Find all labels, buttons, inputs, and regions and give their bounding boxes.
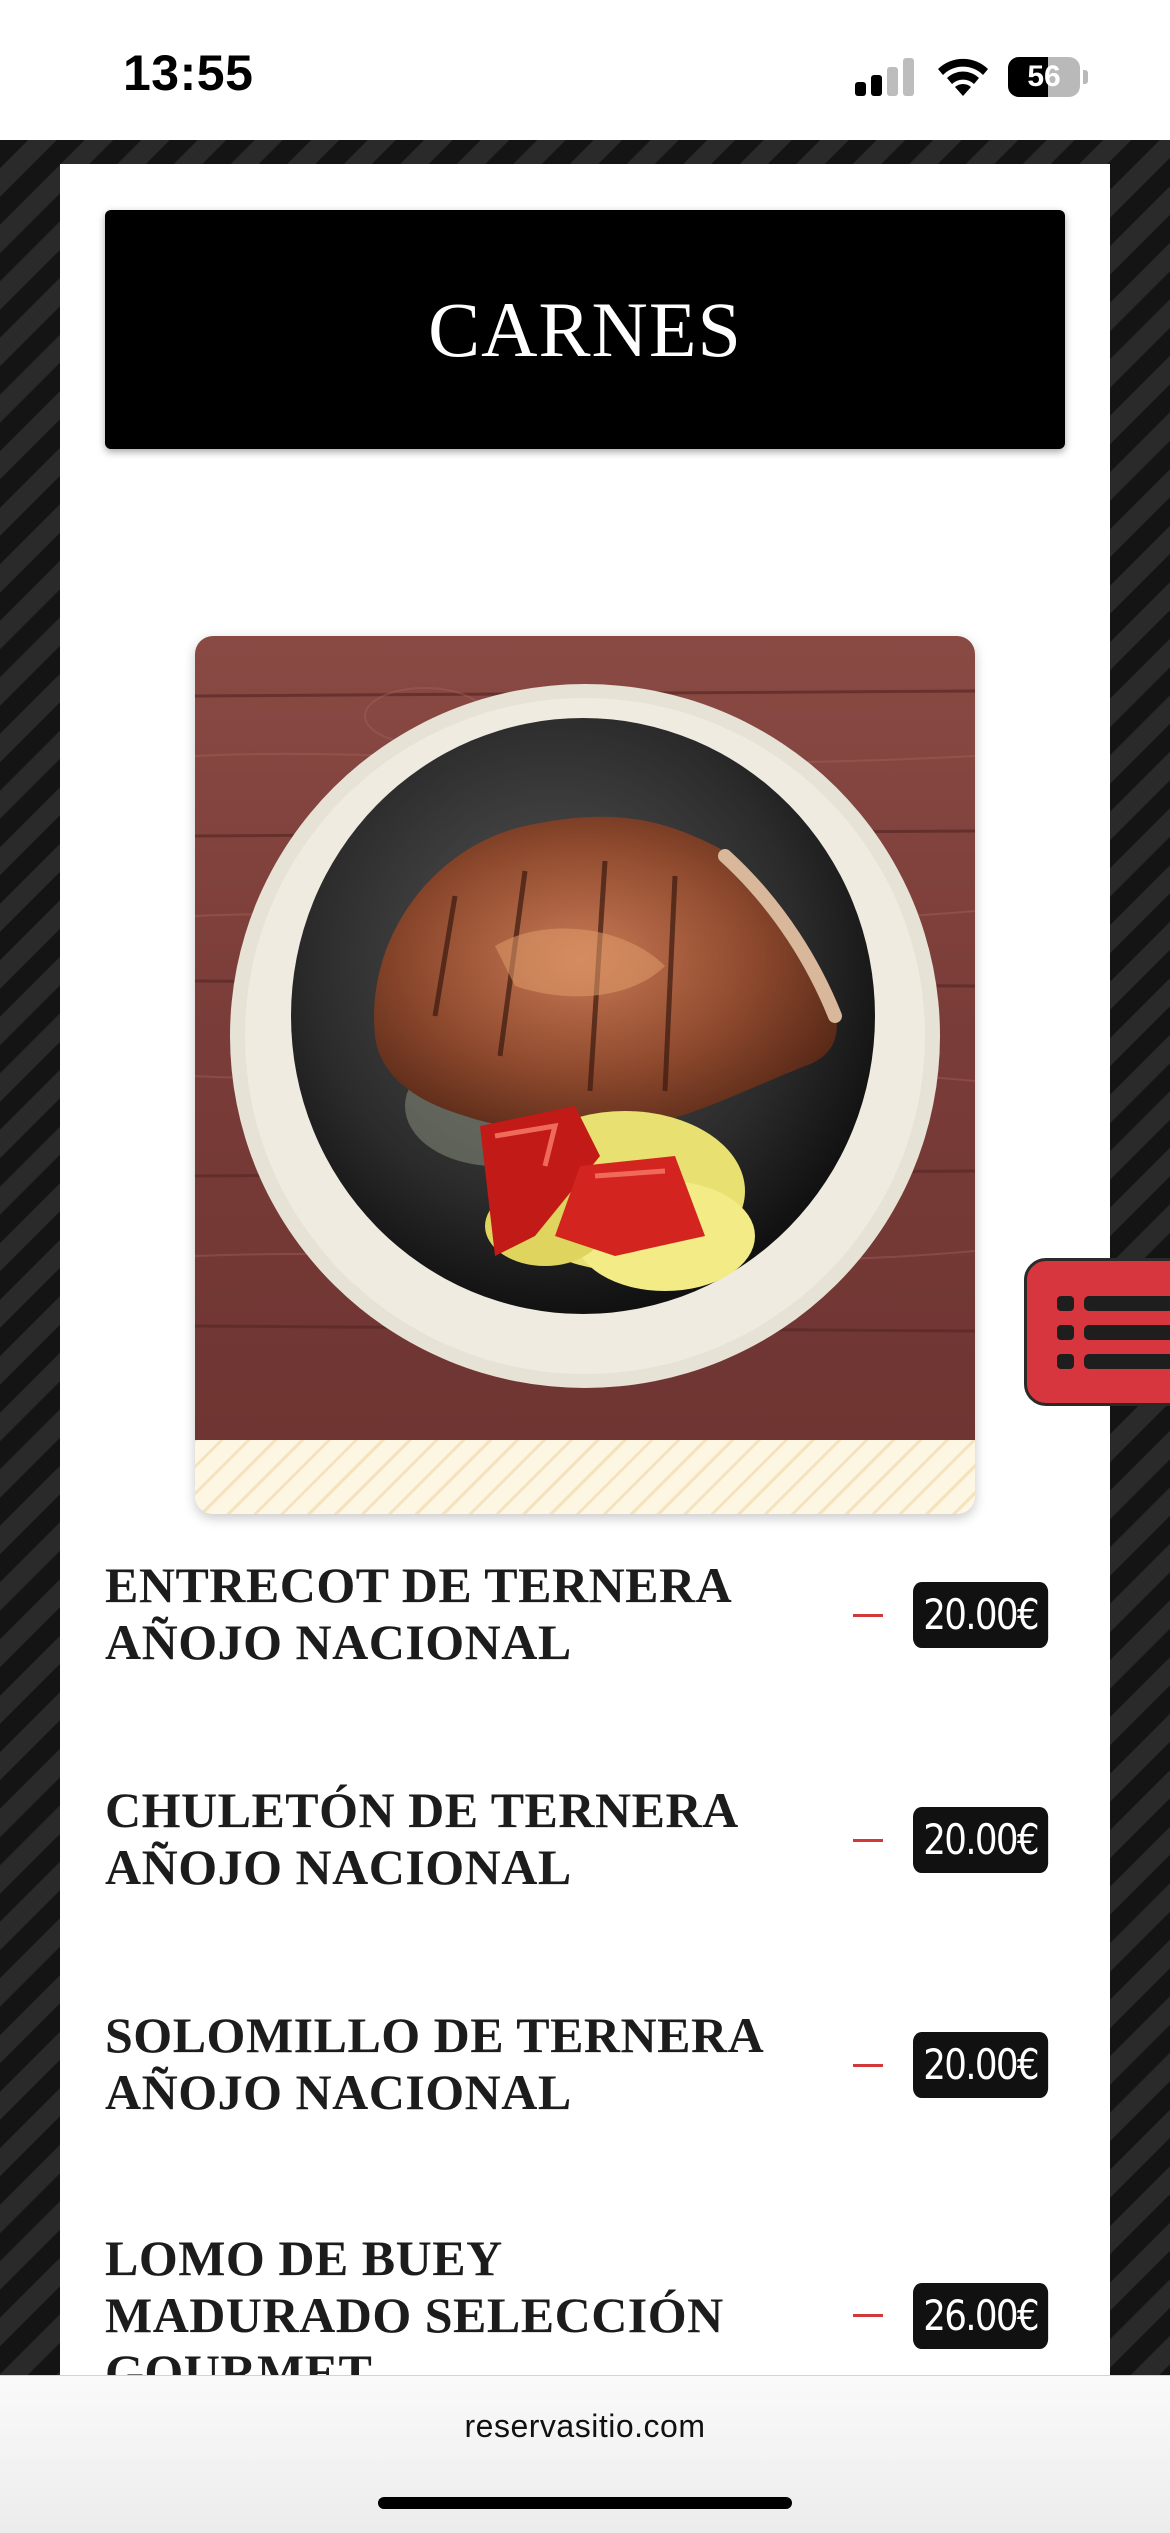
item-name: LOMO DE BUEY MADURADO SELECCIÓN GOURMET — [105, 2230, 724, 2375]
browser-address-bar[interactable]: reservasitio.com — [0, 2375, 1170, 2533]
battery-percent: 56 — [1027, 60, 1061, 93]
price-badge: 20.00€ — [913, 2032, 1049, 2098]
wifi-icon — [938, 58, 988, 96]
item-name: CHULETÓN DE TERNERA AÑOJO NACIONAL — [105, 1782, 736, 1895]
status-bar: 13:55 56 — [0, 0, 1170, 140]
section-title: CARNES — [428, 285, 742, 373]
separator-dash — [853, 1839, 883, 1842]
battery-icon: 56 — [1008, 57, 1088, 97]
price-badge: 26.00€ — [913, 2283, 1049, 2349]
steak-photo — [195, 636, 975, 1440]
menu-content[interactable]: CARNES ENTRECOT DE TERNERA AÑOJO NACIONA… — [60, 164, 1110, 2375]
cellular-signal-icon — [855, 58, 915, 96]
url-text[interactable]: reservasitio.com — [0, 2408, 1170, 2445]
list-icon — [1057, 1296, 1170, 1369]
separator-dash — [853, 1614, 883, 1617]
list-item[interactable]: LOMO DE BUEY MADURADO SELECCIÓN GOURMET … — [105, 2230, 1065, 2375]
price-badge: 20.00€ — [913, 1807, 1049, 1873]
home-indicator[interactable] — [378, 2497, 792, 2509]
item-name: ENTRECOT DE TERNERA AÑOJO NACIONAL — [105, 1557, 730, 1670]
dish-photo-card[interactable] — [195, 636, 975, 1514]
section-header: CARNES — [105, 210, 1065, 449]
list-item[interactable]: ENTRECOT DE TERNERA AÑOJO NACIONAL 20.00… — [105, 1557, 1065, 1671]
status-time: 13:55 — [123, 45, 254, 101]
list-item[interactable]: CHULETÓN DE TERNERA AÑOJO NACIONAL 20.00… — [105, 1782, 1065, 1896]
separator-dash — [853, 2314, 883, 2317]
list-item[interactable]: SOLOMILLO DE TERNERA AÑOJO NACIONAL 20.0… — [105, 2007, 1065, 2121]
category-menu-button[interactable] — [1024, 1258, 1170, 1406]
separator-dash — [853, 2064, 883, 2067]
price-badge: 20.00€ — [913, 1582, 1049, 1648]
item-name: SOLOMILLO DE TERNERA AÑOJO NACIONAL — [105, 2007, 762, 2120]
